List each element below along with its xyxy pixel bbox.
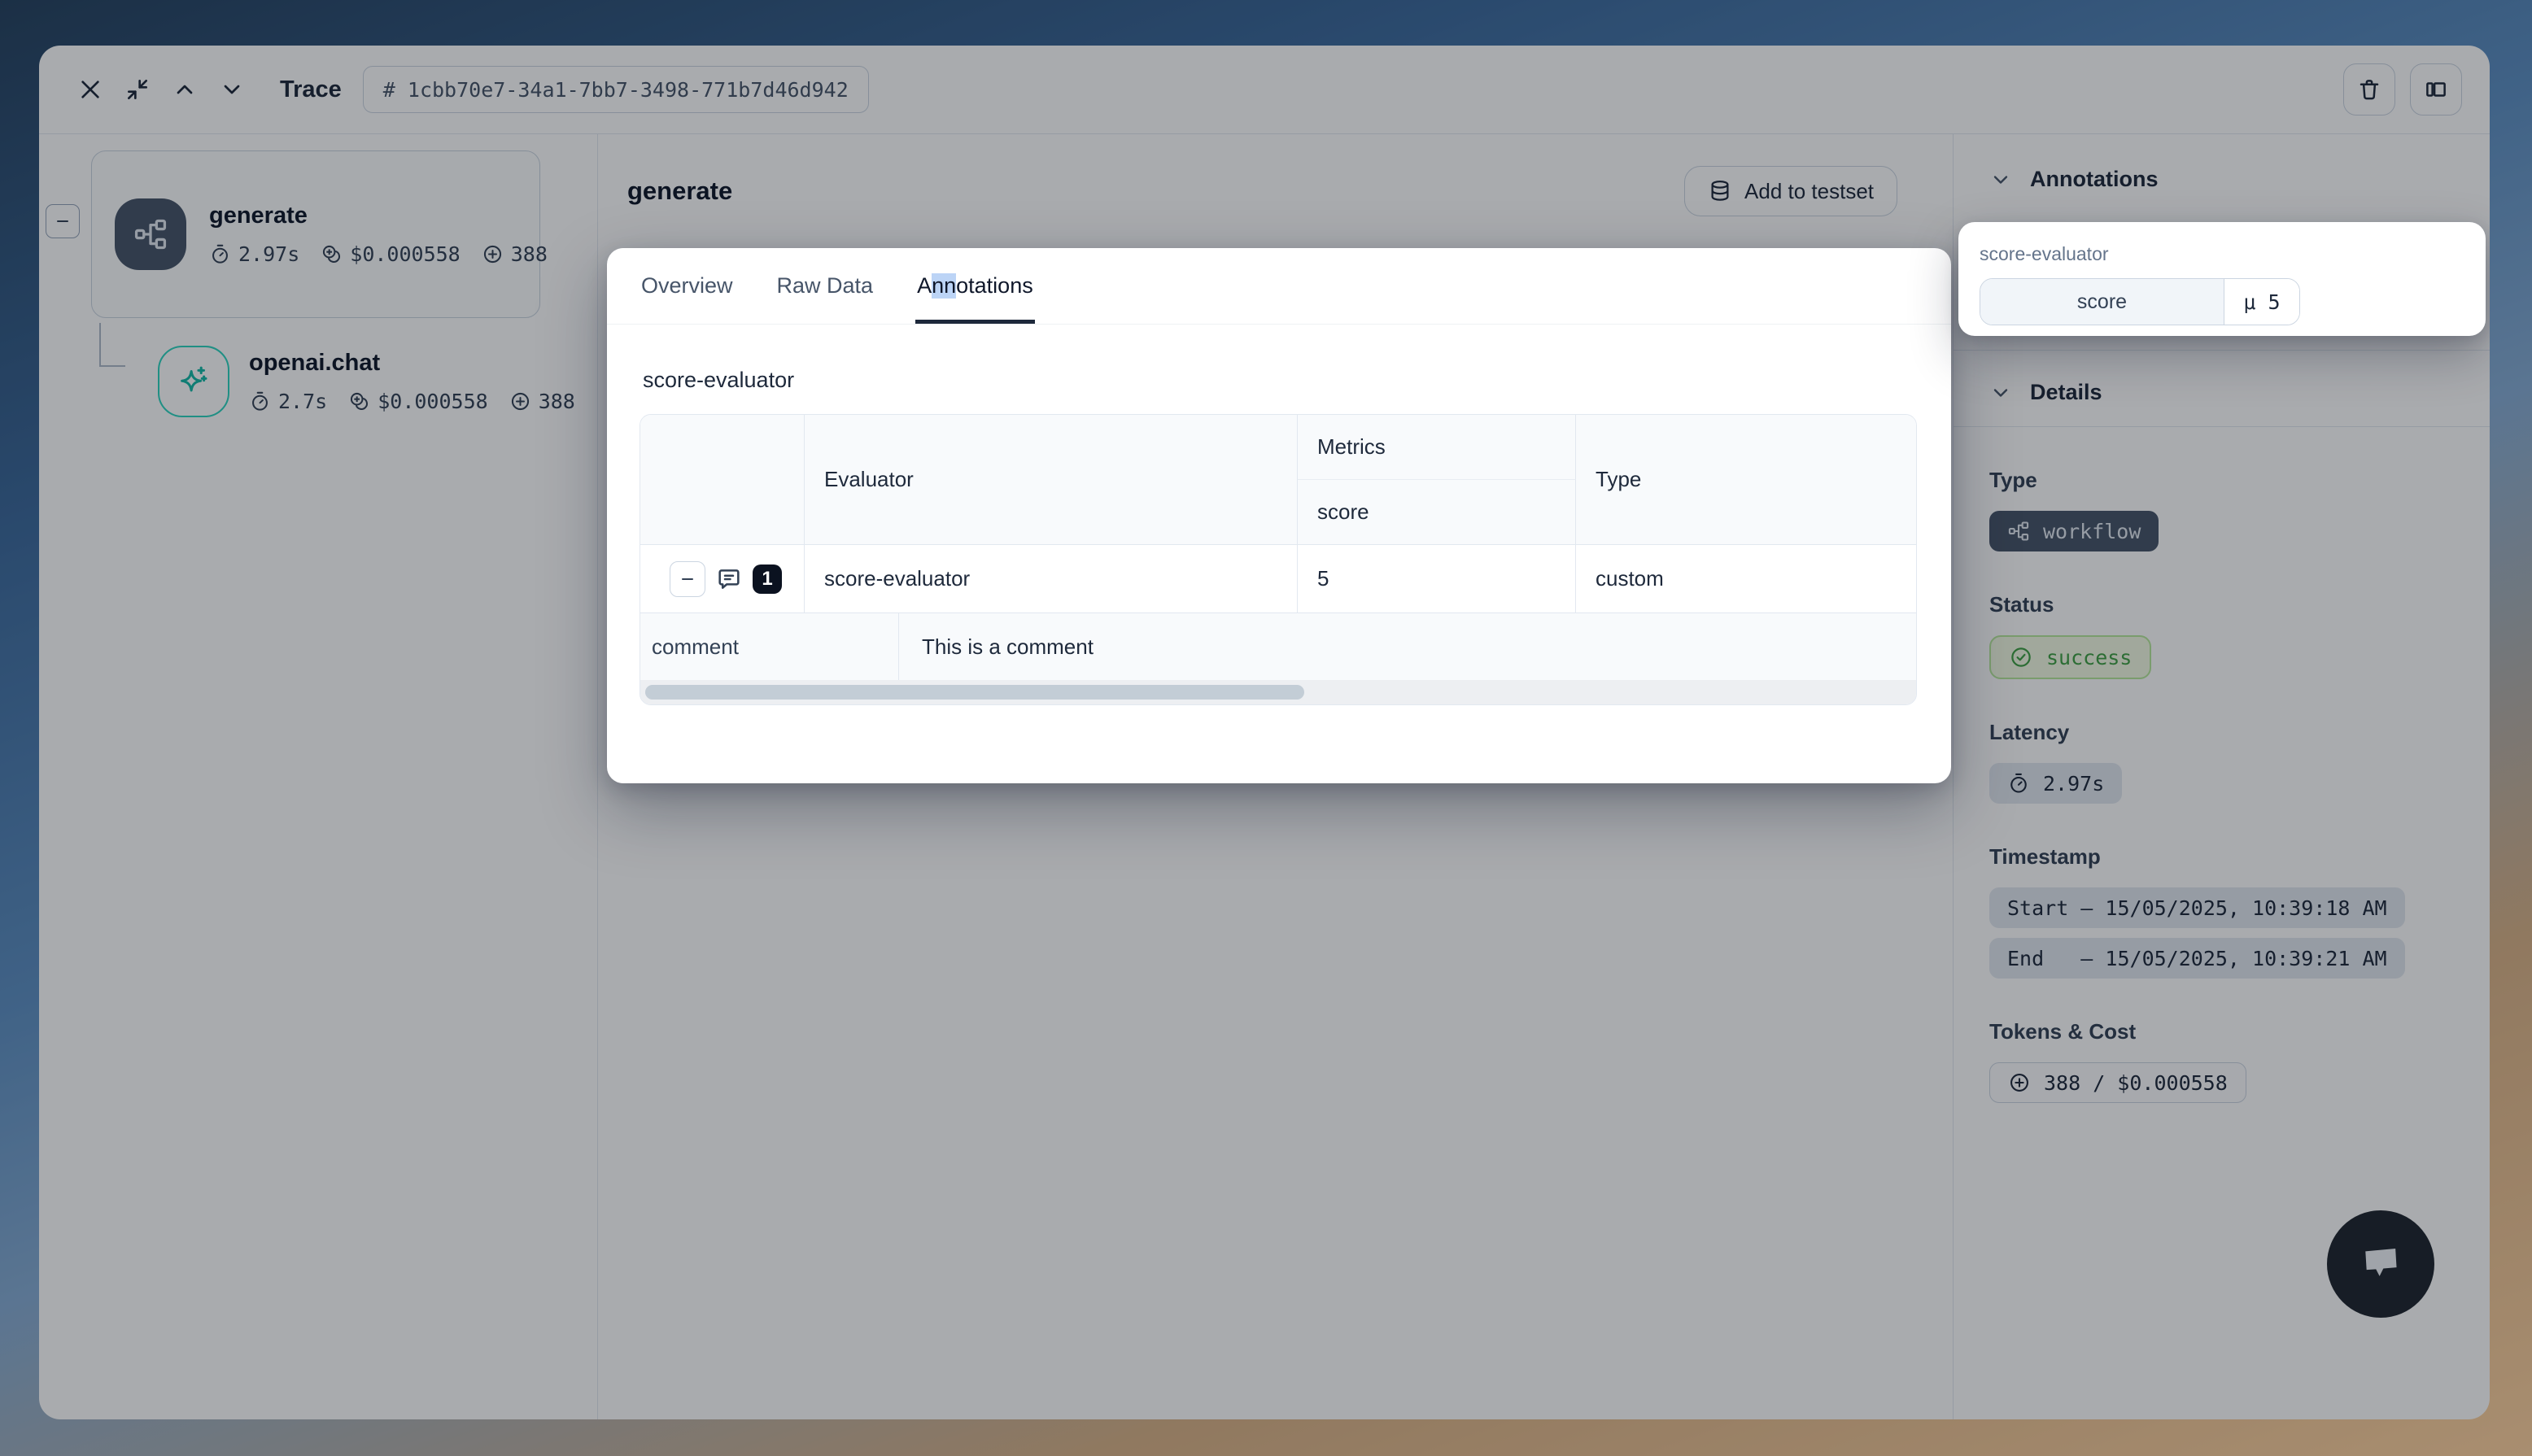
table-row-actions: 1 bbox=[640, 545, 805, 613]
comment-row: comment This is a comment bbox=[640, 613, 1917, 680]
comment-icon[interactable] bbox=[715, 565, 743, 593]
collapse-row-button[interactable] bbox=[670, 561, 705, 597]
cell-type: custom bbox=[1576, 545, 1917, 613]
minus-icon bbox=[678, 569, 697, 589]
annotation-evaluator-label: score-evaluator bbox=[1980, 243, 2464, 265]
horizontal-scrollbar[interactable] bbox=[640, 680, 1916, 704]
header-cell-score: score bbox=[1298, 480, 1576, 545]
tab-raw-data[interactable]: Raw Data bbox=[775, 248, 875, 324]
cell-score: 5 bbox=[1298, 545, 1576, 613]
metric-name[interactable]: score bbox=[1980, 279, 2224, 325]
header-cell-evaluator: Evaluator bbox=[805, 415, 1298, 545]
score-metric-control[interactable]: score μ 5 bbox=[1980, 278, 2300, 325]
annotations-popover: Overview Raw Data Annotations score-eval… bbox=[607, 248, 1951, 783]
header-cell-empty bbox=[640, 415, 805, 545]
annotations-table: Evaluator Metrics score Type bbox=[640, 414, 1917, 705]
comment-count-badge: 1 bbox=[753, 565, 782, 594]
header-cell-metrics: Metrics bbox=[1298, 415, 1576, 480]
cell-evaluator: score-evaluator bbox=[805, 545, 1298, 613]
metric-mean-value[interactable]: μ 5 bbox=[2224, 279, 2299, 325]
evaluator-section-title: score-evaluator bbox=[643, 367, 1919, 393]
header-cell-type: Type bbox=[1576, 415, 1917, 545]
annotation-card: score-evaluator score μ 5 bbox=[1958, 222, 2486, 336]
tab-bar: Overview Raw Data Annotations bbox=[607, 248, 1951, 325]
comment-key: comment bbox=[640, 613, 899, 680]
text-selection: nn bbox=[932, 273, 956, 299]
scrollbar-thumb[interactable] bbox=[645, 685, 1304, 700]
tab-annotations[interactable]: Annotations bbox=[915, 248, 1035, 324]
tab-overview[interactable]: Overview bbox=[640, 248, 735, 324]
comment-value: This is a comment bbox=[899, 613, 1917, 680]
